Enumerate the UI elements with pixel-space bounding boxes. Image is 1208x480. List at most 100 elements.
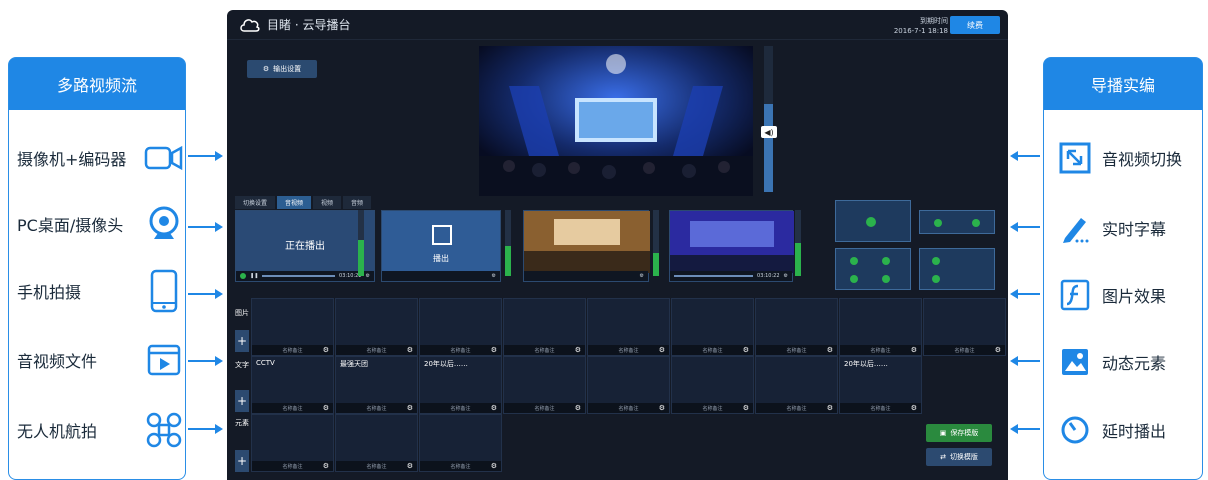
gear-icon[interactable]: ⚙ (323, 404, 329, 412)
source-monitor-2[interactable]: 播出 ⚙ (381, 210, 501, 282)
image-item[interactable]: 名称备注 ⚙ (755, 298, 838, 356)
item-caption: 名称备注 (924, 345, 1005, 355)
gear-icon[interactable]: ⚙ (491, 462, 497, 470)
feature-label: 手机拍摄 (17, 283, 82, 302)
dynamic-element-icon (1058, 345, 1092, 379)
image-item[interactable]: 名称备注 ⚙ (335, 298, 418, 356)
app-title: 目睹 · 云导播台 (267, 18, 351, 32)
gear-icon[interactable]: ⚙ (575, 404, 581, 412)
element-item[interactable]: 名称备注 ⚙ (335, 414, 418, 472)
gear-icon[interactable]: ⚙ (575, 346, 581, 354)
add-element-button[interactable]: + (235, 450, 249, 472)
add-text-button[interactable]: + (235, 390, 249, 412)
item-caption: 名称备注 (756, 403, 837, 413)
source-monitor-1[interactable]: 正在播出 ❚❚ 03:10:22 ⚙ (235, 210, 375, 282)
arrow-left (1010, 356, 1040, 366)
renew-button[interactable]: 续费 (950, 16, 1000, 34)
layout-quad[interactable] (835, 248, 911, 290)
gear-icon[interactable]: ⚙ (659, 346, 665, 354)
text-item[interactable]: 名称备注 ⚙ (755, 356, 838, 414)
volume-slider[interactable] (764, 46, 773, 192)
switch-template-button[interactable]: ⇄ 切换模版 (926, 448, 992, 466)
text-item[interactable]: 名称备注 ⚙ (587, 356, 670, 414)
gear-icon[interactable]: ⚙ (407, 346, 413, 354)
feature-label: PC桌面/摄像头 (17, 216, 124, 235)
image-item[interactable]: 名称备注 ⚙ (503, 298, 586, 356)
save-template-button[interactable]: ▣ 保存模版 (926, 424, 992, 442)
item-caption: 名称备注 (504, 403, 585, 413)
gear-icon[interactable]: ⚙ (911, 346, 917, 354)
gear-icon[interactable]: ⚙ (995, 346, 1001, 354)
gear-icon[interactable]: ⚙ (743, 346, 749, 354)
pen-icon (1058, 211, 1092, 245)
arrow-left (1010, 289, 1040, 299)
source-monitor-4[interactable]: 03:10:22 ⚙ (669, 210, 794, 282)
stage-scene-image (670, 211, 794, 273)
layout-pip[interactable] (919, 248, 995, 290)
text-item[interactable]: 20年以后…… 名称备注 ⚙ (839, 356, 922, 414)
director-app-window: 目睹 · 云导播台 到期时间 2016-7-1 18:18 续费 ⚙ 输出设置 (227, 10, 1008, 480)
source-monitor-3[interactable]: ⚙ (523, 210, 650, 282)
text-item[interactable]: 20年以后…… 名称备注 ⚙ (419, 356, 502, 414)
gear-icon[interactable]: ⚙ (659, 404, 665, 412)
gear-icon[interactable]: ⚙ (323, 346, 329, 354)
text-item-text: CCTV (256, 359, 275, 367)
image-item[interactable]: 名称备注 ⚙ (419, 298, 502, 356)
layout-number-badge (850, 275, 858, 283)
text-item[interactable]: 名称备注 ⚙ (503, 356, 586, 414)
layout-number-badge (882, 257, 890, 265)
speaker-icon[interactable]: ◀) (761, 126, 777, 138)
image-item[interactable]: 名称备注 ⚙ (587, 298, 670, 356)
text-item[interactable]: CCTV 名称备注 ⚙ (251, 356, 334, 414)
layout-number-badge (932, 257, 940, 265)
gear-icon[interactable]: ⚙ (827, 346, 833, 354)
gear-icon[interactable]: ⚙ (323, 462, 329, 470)
progress-bar[interactable] (262, 275, 336, 277)
webcam-icon (144, 204, 184, 244)
layout-number-badge (972, 219, 980, 227)
tab-audio-video[interactable]: 音视频 (277, 196, 312, 209)
image-item[interactable]: 名称备注 ⚙ (671, 298, 754, 356)
gear-icon[interactable]: ⚙ (640, 273, 644, 279)
output-settings-button[interactable]: ⚙ 输出设置 (247, 60, 317, 78)
gear-icon[interactable]: ⚙ (366, 273, 370, 279)
element-item[interactable]: 名称备注 ⚙ (419, 414, 502, 472)
monitor-controls: ⚙ (382, 271, 500, 281)
gear-icon[interactable]: ⚙ (911, 404, 917, 412)
image-item[interactable]: 名称备注 ⚙ (839, 298, 922, 356)
progress-bar[interactable] (674, 275, 754, 277)
layout-number-badge (882, 275, 890, 283)
layout-single[interactable] (835, 200, 911, 242)
text-item[interactable]: 最强天团 名称备注 ⚙ (335, 356, 418, 414)
pause-icon[interactable]: ❚❚ (250, 273, 258, 279)
layout-split-2[interactable] (919, 210, 995, 234)
item-caption: 名称备注 (252, 403, 333, 413)
layout-number-badge (934, 219, 942, 227)
text-item-text: 最强天团 (340, 360, 368, 368)
item-caption: 名称备注 (840, 345, 921, 355)
feature-live-subtitle: 实时字幕 (1044, 198, 1202, 258)
tab-audio[interactable]: 音频 (343, 196, 372, 209)
drone-icon (144, 410, 184, 450)
gear-icon[interactable]: ⚙ (827, 404, 833, 412)
layout-number-badge (850, 257, 858, 265)
gear-icon[interactable]: ⚙ (784, 273, 788, 279)
save-icon: ▣ (939, 429, 947, 437)
gear-icon[interactable]: ⚙ (407, 404, 413, 412)
image-item[interactable]: 名称备注 ⚙ (251, 298, 334, 356)
gear-icon[interactable]: ⚙ (491, 404, 497, 412)
element-item[interactable]: 名称备注 ⚙ (251, 414, 334, 472)
switch-template-label: 切换模版 (949, 453, 978, 461)
monitor-controls: 03:10:22 ⚙ (670, 271, 792, 281)
video-file-icon (144, 340, 184, 380)
gear-icon[interactable]: ⚙ (492, 273, 496, 279)
gear-icon[interactable]: ⚙ (407, 462, 413, 470)
gear-icon[interactable]: ⚙ (491, 346, 497, 354)
gear-icon[interactable]: ⚙ (743, 404, 749, 412)
add-image-button[interactable]: + (235, 330, 249, 352)
tab-switch-settings[interactable]: 切换设置 (235, 196, 276, 209)
text-item[interactable]: 名称备注 ⚙ (671, 356, 754, 414)
tab-video[interactable]: 视频 (313, 196, 342, 209)
arrow-left (1010, 424, 1040, 434)
image-item[interactable]: 名称备注 ⚙ (923, 298, 1006, 356)
